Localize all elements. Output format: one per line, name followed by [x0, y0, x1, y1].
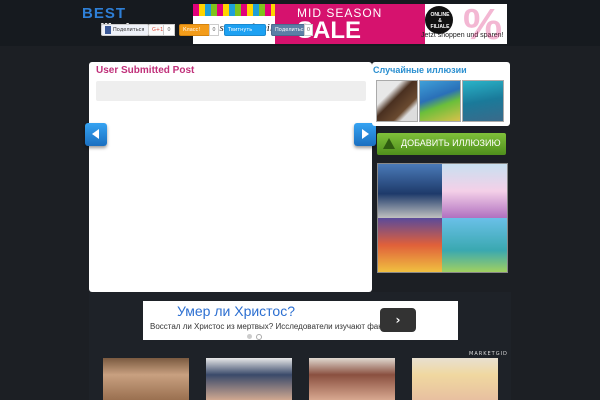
vk-share-button[interactable]: Поделиться — [271, 24, 307, 36]
twitter-label: Твитнуть — [228, 27, 253, 33]
ad-badge: ONLINE & FILIALE — [430, 12, 450, 30]
vk-count: 0 — [304, 24, 313, 36]
news-photo-2[interactable] — [206, 358, 292, 400]
bottom-ad-banner[interactable]: Умер ли Христос? Восстал ли Христос из м… — [143, 301, 458, 340]
bottom-ad-subtitle: Восстал ли Христос из мертвых? Исследова… — [150, 322, 392, 331]
share-bar — [96, 81, 366, 101]
illusion-thumb-shoe[interactable] — [376, 80, 418, 122]
random-illusions-title: Случайные иллюзии — [373, 65, 467, 75]
facebook-share-button[interactable]: Поделиться — [101, 24, 149, 36]
illusion-thumb-water[interactable] — [462, 80, 504, 122]
arrow-right-icon — [362, 129, 369, 139]
next-arrow-button[interactable] — [354, 123, 376, 146]
ok-label: Класс! — [183, 27, 201, 33]
news-photo-3[interactable] — [309, 358, 395, 400]
twitter-share-button[interactable]: Твитнуть — [224, 24, 266, 36]
marketgid-label: MARKETGID — [469, 351, 508, 357]
arrow-left-icon — [92, 129, 99, 139]
add-illusion-button[interactable]: ДОБАВИТЬ ИЛЛЮЗИЮ — [377, 133, 506, 155]
facebook-icon — [105, 25, 111, 34]
post-title: User Submitted Post — [96, 65, 195, 76]
upload-icon — [383, 138, 395, 149]
add-illusion-label: ДОБАВИТЬ ИЛЛЮЗИЮ — [401, 138, 501, 148]
game-ad-snail — [442, 218, 507, 272]
ad-percent: % — [463, 4, 503, 44]
news-photo-1[interactable] — [103, 358, 189, 400]
prev-arrow-button[interactable] — [85, 123, 107, 146]
illusion-thumb-cake[interactable] — [419, 80, 461, 122]
vk-label: Поделиться — [275, 27, 307, 33]
ok-count: 0 — [209, 24, 219, 36]
gplus-label: G+1 — [152, 27, 164, 33]
bottom-ad-arrow-button[interactable]: › — [380, 308, 416, 332]
post-panel: User Submitted Post — [89, 62, 372, 292]
ok-class-button[interactable]: Класс! — [179, 24, 213, 36]
facebook-share-label: Поделиться — [113, 27, 145, 33]
carousel-dot-active[interactable] — [247, 334, 252, 339]
game-ad-banner[interactable] — [377, 163, 508, 273]
game-ad-cartoon — [378, 218, 442, 272]
bottom-ad-title: Умер ли Христос? — [177, 303, 296, 319]
news-photo-4[interactable] — [412, 358, 498, 400]
random-illusions-panel: Случайные иллюзии — [372, 62, 510, 126]
game-ad-princess — [442, 164, 507, 218]
carousel-dot[interactable] — [256, 334, 262, 340]
game-ad-car — [378, 164, 442, 218]
ad-stripes — [193, 4, 275, 16]
gplus-count: 0 — [163, 24, 175, 36]
